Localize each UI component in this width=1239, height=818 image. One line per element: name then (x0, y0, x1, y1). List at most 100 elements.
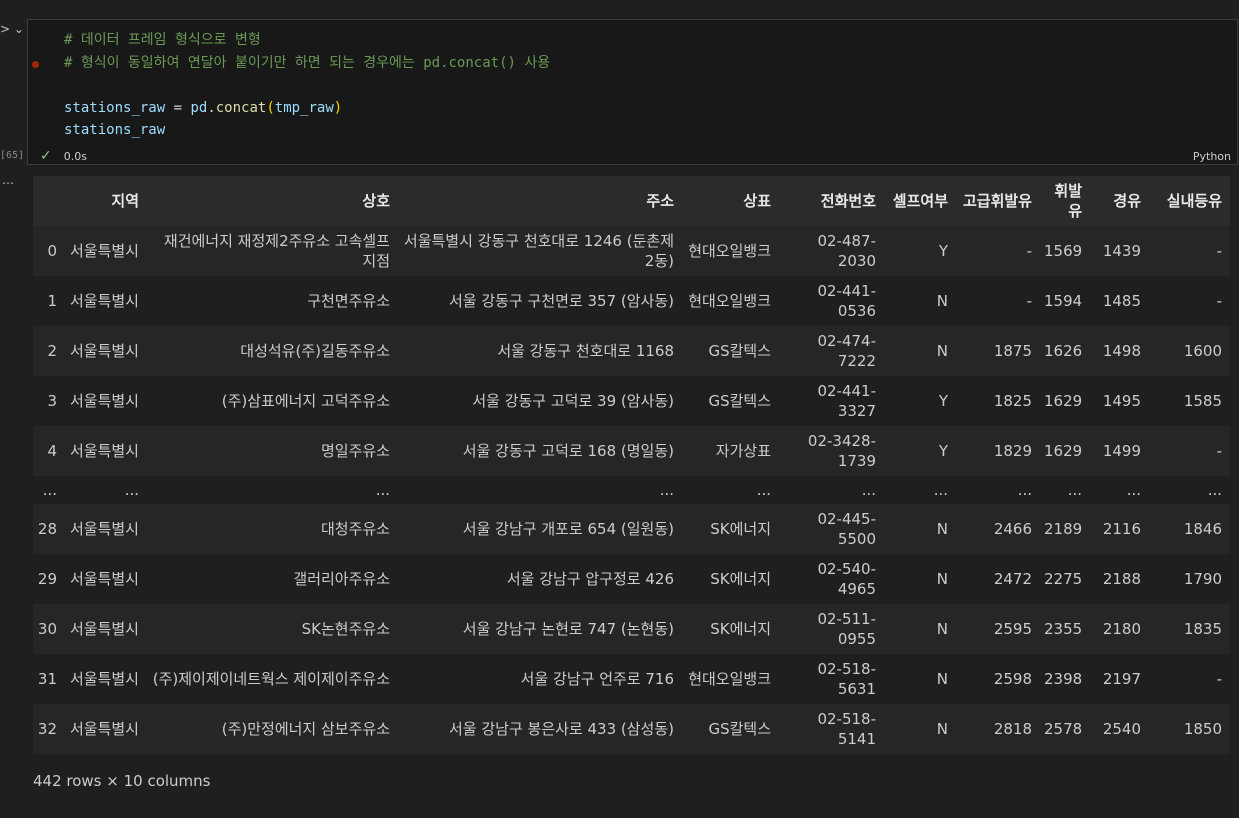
table-cell: ... (682, 476, 779, 504)
code-cell[interactable]: # 데이터 프레임 형식으로 변형 # 형식이 동일하여 연달아 붙이기만 하면… (27, 19, 1238, 165)
dataframe-output: 지역 상호 주소 상표 전화번호 셀프여부 고급휘발유 휘발유 경유 실내등유 … (33, 176, 1230, 754)
code-editor[interactable]: # 데이터 프레임 형식으로 변형 # 형식이 동일하여 연달아 붙이기만 하면… (64, 29, 550, 142)
table-row: 2 서울특별시 대성석유(주)길동주유소 서울 강동구 천호대로 1168 GS칼텍스 0… (33, 326, 1230, 376)
language-label[interactable]: Python (1193, 150, 1231, 163)
table-cell: 2398 (1040, 654, 1090, 704)
table-cell: ... (956, 476, 1040, 504)
table-row: 3 서울특별시 (주)삼표에너지 고덕주유소 서울 강동구 고덕로 39 (암사동) G… (33, 376, 1230, 426)
column-header: 지역 (65, 176, 147, 226)
table-cell: SK에너지 (682, 604, 779, 654)
column-header: 전화번호 (779, 176, 884, 226)
table-cell: ... (1149, 476, 1230, 504)
column-header: 셀프여부 (884, 176, 956, 226)
table-row: 29 서울특별시 갤러리아주유소 서울 강남구 압구정로 426 SK에너지 02-540… (33, 554, 1230, 604)
table-cell: ... (1090, 476, 1149, 504)
table-cell: 1498 (1090, 326, 1149, 376)
table-cell: 1825 (956, 376, 1040, 426)
table-cell: 02-441-3327 (779, 376, 884, 426)
table-cell: 서울특별시 강동구 천호대로 1246 (둔촌제2동) (398, 226, 682, 276)
table-cell: 02-518-5631 (779, 654, 884, 704)
output-more-icon[interactable]: ⋯ (2, 176, 14, 190)
table-cell: 서울 강동구 천호대로 1168 (398, 326, 682, 376)
table-row: 28 서울특별시 대청주유소 서울 강남구 개포로 654 (일원동) SK에너지 02-… (33, 504, 1230, 554)
table-cell: N (884, 276, 956, 326)
table-row: 31 서울특별시 (주)제이제이네트웍스 제이제이주유소 서울 강남구 언주로 716… (33, 654, 1230, 704)
table-cell: N (884, 704, 956, 754)
row-index: 30 (33, 604, 65, 654)
cell-status: ✓ 0.0s (40, 148, 87, 164)
table-cell: 1875 (956, 326, 1040, 376)
table-cell: 1439 (1090, 226, 1149, 276)
table-cell: 1835 (1149, 604, 1230, 654)
table-cell: 1569 (1040, 226, 1090, 276)
table-cell: 대성석유(주)길동주유소 (147, 326, 398, 376)
table-cell: 02-487-2030 (779, 226, 884, 276)
column-header: 휘발유 (1040, 176, 1090, 226)
column-header: 주소 (398, 176, 682, 226)
execution-count: [65] (0, 150, 25, 161)
code-dot: . (207, 99, 216, 116)
table-cell: 명일주유소 (147, 426, 398, 476)
code-arg: tmp_raw (274, 99, 334, 116)
column-header: 경유 (1090, 176, 1149, 226)
code-paren-close: ) (333, 99, 343, 116)
table-cell: - (1149, 654, 1230, 704)
column-header: 고급휘발유 (956, 176, 1040, 226)
table-cell: 02-445-5500 (779, 504, 884, 554)
code-function: concat (215, 99, 267, 116)
table-cell: 1629 (1040, 426, 1090, 476)
table-cell: SK에너지 (682, 554, 779, 604)
table-row: ................................. (33, 476, 1230, 504)
row-index: 0 (33, 226, 65, 276)
table-cell: - (956, 226, 1040, 276)
table-cell: 1495 (1090, 376, 1149, 426)
table-cell: 서울 강남구 압구정로 426 (398, 554, 682, 604)
table-cell: 02-511-0955 (779, 604, 884, 654)
table-cell: 2180 (1090, 604, 1149, 654)
column-header: 실내등유 (1149, 176, 1230, 226)
table-cell: 1829 (956, 426, 1040, 476)
table-cell: 대청주유소 (147, 504, 398, 554)
table-cell: 2116 (1090, 504, 1149, 554)
table-cell: 서울특별시 (65, 704, 147, 754)
cell-collapse-chevron-icon[interactable]: > ⌄ (0, 22, 24, 36)
table-cell: Y (884, 376, 956, 426)
table-cell: 서울 강동구 구천면로 357 (암사동) (398, 276, 682, 326)
table-cell: 서울특별시 (65, 504, 147, 554)
table-cell: 02-3428-1739 (779, 426, 884, 476)
table-cell: 1850 (1149, 704, 1230, 754)
table-cell: ... (398, 476, 682, 504)
table-row: 1 서울특별시 구천면주유소 서울 강동구 구천면로 357 (암사동) 현대오일뱅크 0… (33, 276, 1230, 326)
table-cell: ... (147, 476, 398, 504)
table-cell: Y (884, 426, 956, 476)
table-row: 30 서울특별시 SK논현주유소 서울 강남구 논현로 747 (논현동) SK에너지 0… (33, 604, 1230, 654)
table-cell: GS칼텍스 (682, 704, 779, 754)
table-cell: SK에너지 (682, 504, 779, 554)
table-cell: 서울 강남구 논현로 747 (논현동) (398, 604, 682, 654)
table-cell: 구천면주유소 (147, 276, 398, 326)
table-cell: 서울 강남구 개포로 654 (일원동) (398, 504, 682, 554)
table-cell: - (1149, 426, 1230, 476)
table-cell: (주)제이제이네트웍스 제이제이주유소 (147, 654, 398, 704)
table-cell: ... (1040, 476, 1090, 504)
code-module: pd (190, 99, 208, 116)
table-cell: N (884, 554, 956, 604)
row-index: 2 (33, 326, 65, 376)
row-index: 1 (33, 276, 65, 326)
table-cell: 2189 (1040, 504, 1090, 554)
table-cell: 서울특별시 (65, 326, 147, 376)
table-cell: 1629 (1040, 376, 1090, 426)
table-cell: 갤러리아주유소 (147, 554, 398, 604)
row-index: ... (33, 476, 65, 504)
table-cell: (주)삼표에너지 고덕주유소 (147, 376, 398, 426)
table-cell: 서울 강남구 봉은사로 433 (삼성동) (398, 704, 682, 754)
table-cell: 2275 (1040, 554, 1090, 604)
table-cell: N (884, 604, 956, 654)
table-cell: N (884, 326, 956, 376)
table-cell: N (884, 504, 956, 554)
column-header: 상표 (682, 176, 779, 226)
table-shape-summary: 442 rows × 10 columns (33, 772, 211, 790)
row-index: 29 (33, 554, 65, 604)
breakpoint-dot-icon[interactable] (32, 61, 39, 68)
table-cell: GS칼텍스 (682, 326, 779, 376)
